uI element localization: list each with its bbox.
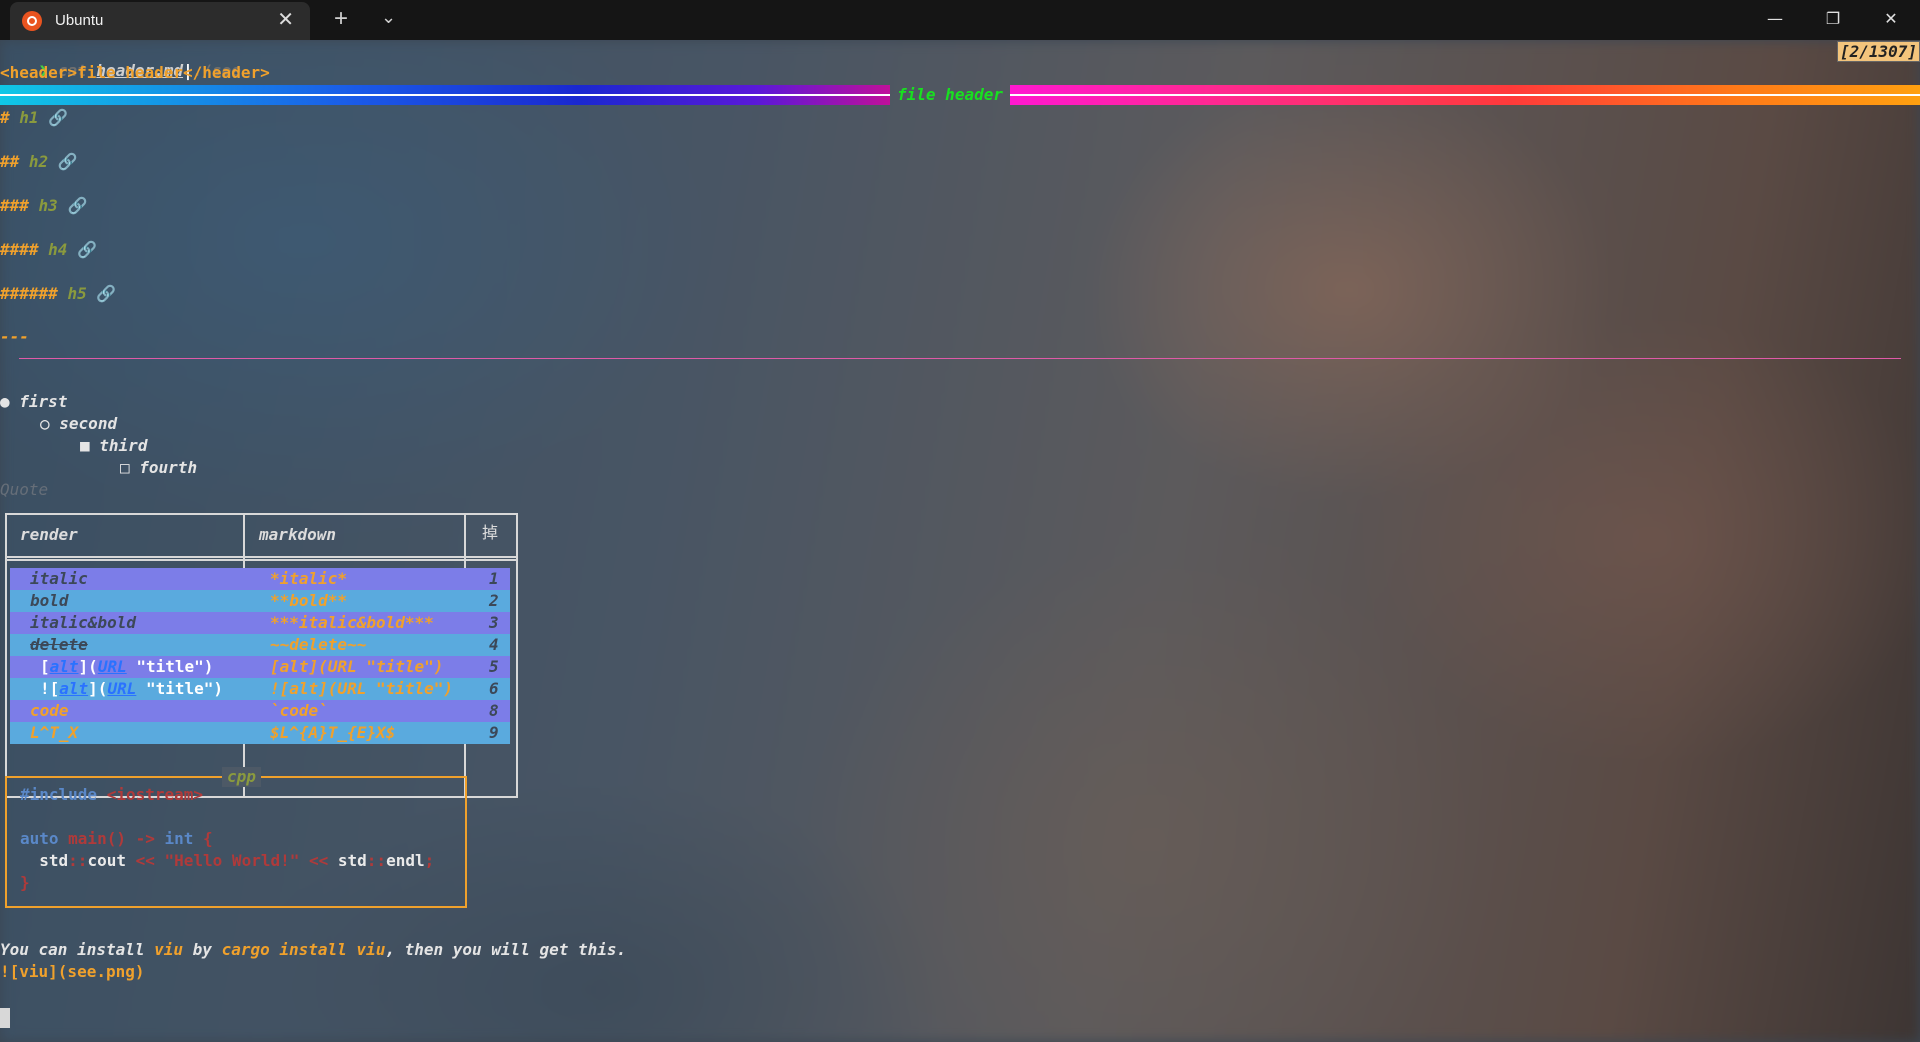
new-tab-button[interactable]: + (334, 6, 348, 32)
table-row: ![alt](URL "title") ![alt](URL "title") … (10, 678, 510, 700)
tab-title: Ubuntu (55, 12, 104, 29)
link-icon: 🔗 (57, 152, 78, 171)
bullet-icon: □ (120, 458, 130, 477)
image-markdown-line: ![viu](see.png) (0, 962, 145, 981)
link-alt[interactable]: alt (50, 657, 79, 676)
heading-h4: #### h4 🔗 (0, 240, 97, 259)
terminal-cursor (0, 1008, 10, 1028)
banner-title: file header (897, 85, 1003, 104)
heading-h5: ###### h5 🔗 (0, 284, 117, 303)
hr-marker: --- (0, 327, 29, 346)
image-alt[interactable]: alt (59, 679, 88, 698)
link-icon: 🔗 (96, 284, 117, 303)
link-icon: 🔗 (77, 240, 97, 259)
minimize-button[interactable]: — (1746, 0, 1804, 40)
table-row: delete ~~delete~~ 4 (10, 634, 510, 656)
install-line: You can install viu by cargo install viu… (0, 940, 627, 959)
link-icon: 🔗 (67, 196, 88, 215)
list-item-first: ● first (0, 392, 68, 411)
list-item-fourth: □ fourth (120, 458, 198, 477)
status-indicator: [2/1307] (1836, 41, 1920, 62)
list-item-third: ■ third (80, 436, 148, 455)
banner-rule-right (1010, 94, 1920, 96)
code-line-1: #include <iostream> (20, 785, 204, 804)
close-button[interactable]: ✕ (1862, 0, 1920, 40)
banner-rule-left (0, 94, 890, 96)
ubuntu-logo-icon (22, 11, 42, 31)
tab-close-icon[interactable]: ✕ (277, 10, 294, 30)
bullet-icon: ○ (40, 414, 50, 433)
horizontal-rule (19, 358, 1901, 359)
table-header-divider (5, 556, 516, 558)
table-header-number: 掉 (482, 523, 499, 542)
code-line-3: auto main() -> int { (20, 829, 213, 848)
list-item-second: ○ second (40, 414, 118, 433)
link-url[interactable]: URL (98, 657, 127, 676)
code-language-label: cpp (222, 767, 261, 787)
table-row: [alt](URL "title") [alt](URL "title") 5 (10, 656, 510, 678)
link-icon: 🔗 (48, 108, 69, 127)
title-bar: Ubuntu ✕ + ⌄ — ❐ ✕ (0, 0, 1920, 40)
tab-ubuntu[interactable]: Ubuntu ✕ (10, 2, 310, 40)
header-tag-line: <header>file header</header> (0, 63, 270, 82)
tab-dropdown-icon[interactable]: ⌄ (381, 4, 396, 30)
code-line-5: } (20, 873, 30, 892)
table-row: code `code` 8 (10, 700, 510, 722)
heading-h3: ### h3 🔗 (0, 196, 88, 215)
code-block: cpp #include <iostream> auto main() -> i… (5, 767, 467, 908)
terminal-area[interactable]: ❯ cat header.md|./see [2/1307] <header>f… (0, 40, 1920, 1042)
maximize-button[interactable]: ❐ (1804, 0, 1862, 40)
table-header-render: render (20, 525, 78, 544)
table-row: L^T_X $L^{A}T_{E}X$ 9 (10, 722, 510, 744)
table-row: bold **bold** 2 (10, 590, 510, 612)
table-header-divider-2 (5, 559, 516, 561)
table-row: italic&bold ***italic&bold*** 3 (10, 612, 510, 634)
code-line-4: std::cout << "Hello World!" << std::endl… (20, 851, 435, 870)
image-url[interactable]: URL (107, 679, 136, 698)
bullet-icon: ● (0, 392, 10, 411)
heading-h1: # h1 🔗 (0, 108, 69, 127)
bullet-icon: ■ (80, 436, 90, 455)
heading-h2: ## h2 🔗 (0, 152, 78, 171)
table-row: italic *italic* 1 (10, 568, 510, 590)
quote-label: Quote (0, 480, 49, 499)
table-header-markdown: markdown (259, 525, 337, 544)
